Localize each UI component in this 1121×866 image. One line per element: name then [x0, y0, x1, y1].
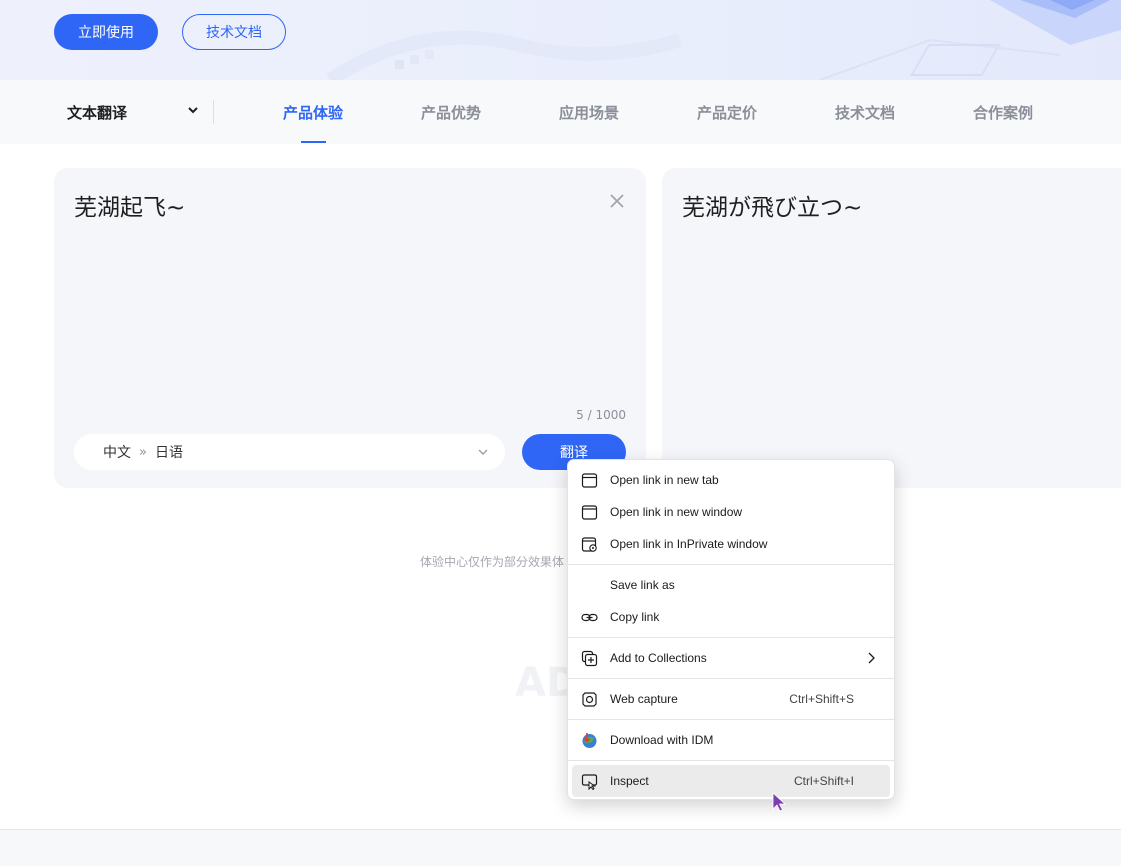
- menu-separator: [568, 564, 894, 565]
- menu-item-inspect[interactable]: Inspect Ctrl+Shift+I: [572, 765, 890, 797]
- web-capture-icon: [582, 692, 597, 707]
- source-panel: 芜湖起飞~ 5 / 1000 中文 » 日语 翻译: [54, 168, 646, 488]
- tab-product-advantages[interactable]: 产品优势: [421, 80, 481, 144]
- new-tab-icon: [581, 473, 598, 488]
- chevron-down-icon: [478, 449, 488, 455]
- start-now-button[interactable]: 立即使用: [54, 14, 158, 50]
- banner-decoration: [326, 0, 1121, 80]
- footer: [0, 830, 1121, 866]
- target-panel: 芜湖が飛び立つ~: [662, 168, 1121, 488]
- menu-separator: [568, 637, 894, 638]
- idm-icon: [582, 733, 597, 748]
- menu-item-label: Download with IDM: [610, 733, 714, 747]
- product-select-label: 文本翻译: [67, 103, 128, 122]
- tab-cases[interactable]: 合作案例: [973, 80, 1033, 144]
- language-pair-select[interactable]: 中文 » 日语: [74, 434, 505, 470]
- menu-item-label: Add to Collections: [610, 651, 707, 665]
- shortcut-label: Ctrl+Shift+I: [793, 774, 854, 788]
- active-tab-indicator: [301, 141, 326, 143]
- link-icon: [581, 613, 598, 622]
- menu-item-add-to-collections[interactable]: Add to Collections: [572, 642, 890, 674]
- close-icon[interactable]: [608, 192, 626, 210]
- char-count: 5 / 1000: [576, 408, 626, 422]
- mouse-cursor-icon: [772, 792, 787, 812]
- menu-item-open-inprivate[interactable]: Open link in InPrivate window: [572, 528, 890, 560]
- source-language: 中文: [103, 445, 131, 461]
- inprivate-icon: [581, 537, 597, 552]
- menu-item-web-capture[interactable]: Web capture Ctrl+Shift+S: [572, 683, 890, 715]
- new-window-icon: [581, 505, 598, 520]
- menu-item-label: Open link in InPrivate window: [610, 537, 768, 551]
- chevron-down-icon: [188, 107, 198, 114]
- nav-divider: [213, 100, 214, 124]
- context-menu: Open link in new tab Open link in new wi…: [567, 459, 895, 800]
- tab-pricing[interactable]: 产品定价: [697, 80, 757, 144]
- translation-output: 芜湖が飛び立つ~: [682, 195, 863, 221]
- page: 立即使用 技术文档 文本翻译 产品体验 产品优势 应用场景 产品定价 技术文档 …: [0, 0, 1121, 866]
- menu-item-label: Copy link: [610, 610, 660, 624]
- menu-item-label: Inspect: [610, 774, 649, 788]
- chevron-right-icon: [868, 652, 875, 664]
- tab-tech-docs[interactable]: 技术文档: [835, 80, 895, 144]
- menu-item-open-new-window[interactable]: Open link in new window: [572, 496, 890, 528]
- menu-item-save-link[interactable]: Save link as: [572, 569, 890, 601]
- inspect-icon: [581, 774, 598, 790]
- shortcut-label: Ctrl+Shift+S: [789, 692, 854, 706]
- tab-product-experience[interactable]: 产品体验: [283, 80, 343, 144]
- menu-separator: [568, 760, 894, 761]
- menu-separator: [568, 719, 894, 720]
- language-arrow: »: [139, 444, 147, 460]
- menu-item-download-idm[interactable]: Download with IDM: [572, 724, 890, 756]
- menu-item-label: Web capture: [610, 692, 678, 706]
- menu-item-copy-link[interactable]: Copy link: [572, 601, 890, 633]
- menu-item-label: Save link as: [610, 578, 675, 592]
- menu-separator: [568, 678, 894, 679]
- target-language: 日语: [154, 445, 183, 461]
- collections-icon: [581, 650, 598, 667]
- tab-use-cases[interactable]: 应用场景: [559, 80, 619, 144]
- tech-docs-button[interactable]: 技术文档: [182, 14, 286, 50]
- product-nav: 文本翻译 产品体验 产品优势 应用场景 产品定价 技术文档 合作案例: [0, 80, 1121, 144]
- source-textarea[interactable]: 芜湖起飞~: [74, 188, 185, 222]
- menu-item-label: Open link in new tab: [610, 473, 719, 487]
- menu-item-open-new-tab[interactable]: Open link in new tab: [572, 464, 890, 496]
- product-select[interactable]: 文本翻译: [67, 80, 198, 144]
- disclaimer-text: 体验中心仅作为部分效果体: [420, 555, 565, 569]
- hero-banner: 立即使用 技术文档: [0, 0, 1121, 80]
- menu-item-label: Open link in new window: [610, 505, 743, 519]
